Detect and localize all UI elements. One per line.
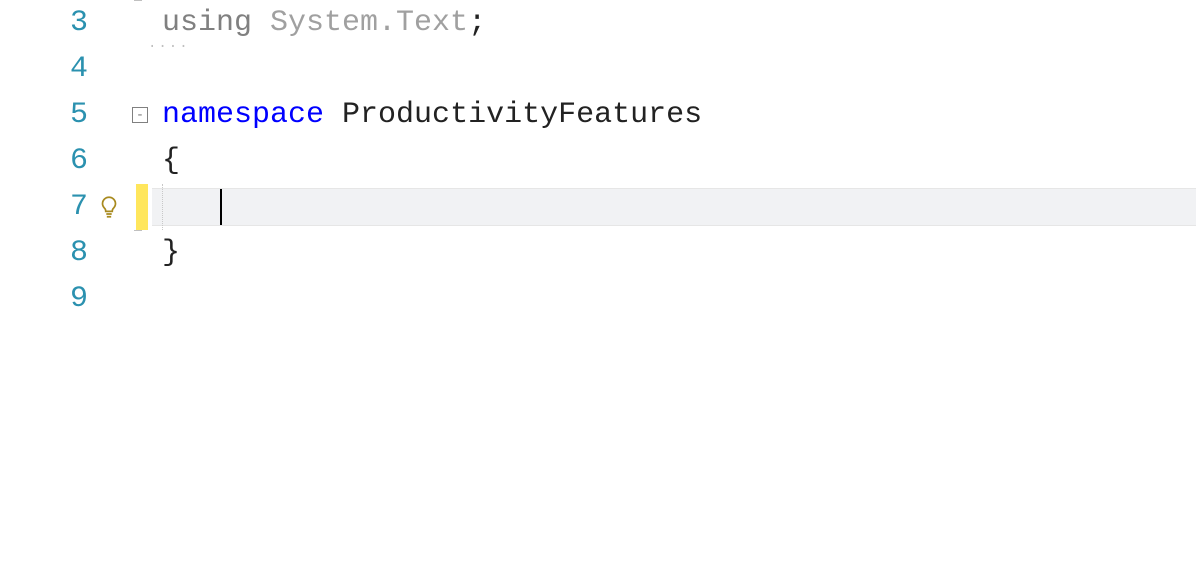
fold-column: -	[128, 107, 152, 123]
code-editor[interactable]: 3 .... using System.Text; 4 5 - namespac…	[0, 0, 1196, 576]
using-keyword: using	[162, 6, 252, 40]
gutter: 9	[0, 276, 128, 322]
code-content[interactable]: {	[152, 138, 1196, 184]
line-number: 9	[70, 276, 88, 322]
gutter: 7	[0, 184, 128, 230]
code-line-current[interactable]: 7	[0, 184, 1196, 230]
code-line[interactable]: 3 .... using System.Text;	[0, 0, 1196, 46]
text-caret	[220, 189, 222, 225]
gutter: 5	[0, 92, 128, 138]
lightbulb-icon[interactable]	[96, 194, 122, 220]
line-number: 5	[70, 92, 88, 138]
namespace-keyword: namespace	[162, 98, 324, 132]
code-content[interactable]	[152, 184, 1196, 230]
code-content[interactable]: namespace ProductivityFeatures	[152, 92, 1196, 138]
change-marker	[136, 184, 148, 230]
namespace-name: ProductivityFeatures	[342, 98, 702, 132]
open-brace: {	[162, 144, 180, 178]
code-content[interactable]: .... using System.Text;	[152, 0, 1196, 46]
line-number: 8	[70, 230, 88, 276]
code-line[interactable]: 6 {	[0, 138, 1196, 184]
line-number: 7	[70, 184, 88, 230]
code-line[interactable]: 8 }	[0, 230, 1196, 276]
line-number: 4	[70, 46, 88, 92]
gutter: 6	[0, 138, 128, 184]
fold-toggle-icon[interactable]: -	[132, 107, 148, 123]
gutter: 4	[0, 46, 128, 92]
code-content[interactable]	[152, 46, 1196, 92]
code-line[interactable]: 5 - namespace ProductivityFeatures	[0, 92, 1196, 138]
namespace-ref: System.Text	[270, 6, 468, 40]
code-content[interactable]	[152, 276, 1196, 322]
code-line[interactable]: 4	[0, 46, 1196, 92]
semicolon: ;	[468, 6, 486, 40]
code-content[interactable]: }	[152, 230, 1196, 276]
current-line-highlight	[152, 188, 1196, 226]
close-brace: }	[162, 236, 180, 270]
gutter: 3	[0, 0, 128, 46]
line-number: 3	[70, 0, 88, 46]
code-line[interactable]: 9	[0, 276, 1196, 322]
gutter: 8	[0, 230, 128, 276]
line-number: 6	[70, 138, 88, 184]
